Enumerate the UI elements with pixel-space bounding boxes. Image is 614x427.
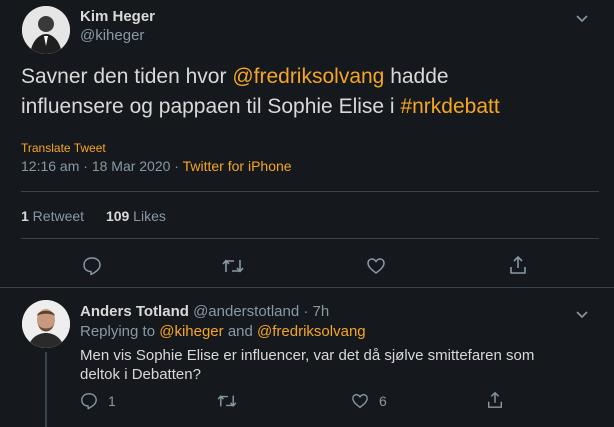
reply-count: 1 bbox=[108, 393, 116, 409]
reply-author-name[interactable]: Anders Totland bbox=[80, 303, 189, 320]
divider bbox=[21, 238, 599, 239]
hashtag-link[interactable]: #nrkdebatt bbox=[400, 95, 499, 118]
author-avatar-image bbox=[22, 6, 70, 54]
reply-text-line-2: deltok i Debatten? bbox=[80, 366, 201, 383]
author-name[interactable]: Kim Heger bbox=[80, 8, 155, 25]
mention-link[interactable]: @fredriksolvang bbox=[232, 65, 384, 88]
like-count: 6 bbox=[379, 393, 387, 409]
author-handle[interactable]: @kiheger bbox=[80, 27, 144, 44]
tweet-text-line-1: Savner den tiden hvor @fredriksolvang ha… bbox=[21, 65, 449, 88]
chevron-down-icon[interactable] bbox=[574, 306, 590, 322]
source-link[interactable]: Twitter for iPhone bbox=[183, 158, 292, 174]
retweet-icon[interactable] bbox=[222, 257, 244, 275]
reply-author-avatar[interactable] bbox=[22, 300, 70, 348]
reply-icon[interactable] bbox=[82, 256, 102, 276]
retweet-icon[interactable] bbox=[217, 393, 237, 409]
timestamp[interactable]: 12:16 am · 18 Mar 2020 · bbox=[21, 158, 183, 174]
tweet-meta: 12:16 am · 18 Mar 2020 · Twitter for iPh… bbox=[21, 158, 292, 174]
retweets-stat[interactable]: 1 Retweet bbox=[21, 208, 84, 224]
divider bbox=[0, 287, 614, 288]
tweet-text-line-2: influensere og pappaen til Sophie Elise … bbox=[21, 95, 500, 118]
chevron-down-icon[interactable] bbox=[574, 10, 590, 26]
mention-link[interactable]: @kiheger bbox=[159, 323, 223, 340]
divider bbox=[21, 191, 599, 192]
share-icon[interactable] bbox=[508, 255, 528, 275]
likes-stat[interactable]: 109 Likes bbox=[106, 208, 166, 224]
reply-author-handle[interactable]: @anderstotland bbox=[193, 303, 299, 320]
reply-text-line-1: Men vis Sophie Elise er influencer, var … bbox=[80, 347, 535, 364]
reply-author-avatar-image bbox=[22, 300, 70, 348]
mention-link[interactable]: @fredriksolvang bbox=[257, 323, 366, 340]
reply-icon[interactable] bbox=[80, 392, 98, 410]
translate-tweet-link[interactable]: Translate Tweet bbox=[21, 141, 106, 155]
reply-thread-line bbox=[45, 352, 47, 427]
tweet-text: Savner den tiden hvor @fredriksolvang ha… bbox=[21, 62, 601, 122]
like-icon[interactable] bbox=[366, 256, 386, 276]
replying-to: Replying to @kiheger and @fredriksolvang bbox=[80, 323, 366, 340]
reply-header: Anders Totland @anderstotland · 7h bbox=[80, 303, 329, 320]
reply-text: Men vis Sophie Elise er influencer, var … bbox=[80, 346, 605, 384]
like-icon[interactable] bbox=[351, 392, 369, 410]
share-icon[interactable] bbox=[486, 391, 504, 409]
tweet-stats: 1 Retweet 109 Likes bbox=[21, 208, 166, 224]
author-avatar[interactable] bbox=[22, 6, 70, 54]
reply-time[interactable]: · 7h bbox=[299, 303, 329, 320]
